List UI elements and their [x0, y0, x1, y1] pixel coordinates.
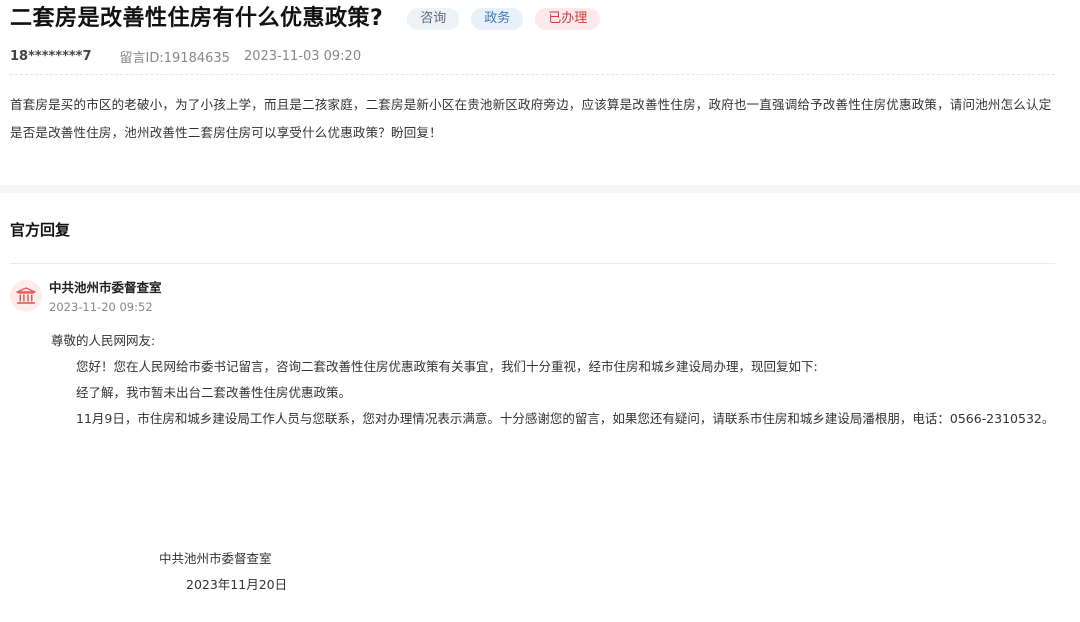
poster-user: 18********7 — [10, 48, 92, 64]
tag-government[interactable]: 政务 — [471, 8, 524, 30]
reply-greeting: 尊敬的人民网网友: — [51, 333, 156, 348]
reply-datetime: 2023-11-20 09:52 — [49, 300, 153, 314]
reply-paragraph-1: 您好！您在人民网给市委书记留言，咨询二套改善性住房优惠政策有关事宜，我们十分重视… — [76, 359, 818, 374]
message-id: 留言ID:19184635 — [119, 50, 230, 66]
reply-signature: 中共池州市委督查室 2023年11月20日 — [159, 546, 287, 598]
government-building-icon — [10, 280, 42, 312]
section-divider — [0, 185, 1080, 193]
signature-date: 2023年11月20日 — [186, 577, 288, 592]
tag-status-done[interactable]: 已办理 — [535, 8, 601, 30]
reply-section: 官方回复 中共池州市委督查室 2023-11-20 09:52 尊敬的人民网网友… — [0, 193, 1080, 432]
question-title: 二套房是改善性住房有什么优惠政策? — [10, 6, 384, 31]
signature-org: 中共池州市委督查室 — [159, 551, 272, 566]
question-meta: 18********7 留言ID:19184635 2023-11-03 09:… — [10, 38, 1055, 75]
reply-body: 尊敬的人民网网友: 您好！您在人民网给市委书记留言，咨询二套改善性住房优惠政策有… — [10, 328, 1055, 432]
tag-consult[interactable]: 咨询 — [407, 8, 460, 30]
reply-org-row: 中共池州市委督查室 2023-11-20 09:52 — [10, 278, 1055, 316]
message-page: 二套房是改善性住房有什么优惠政策? 咨询 政务 已办理 18********7 … — [0, 0, 1080, 622]
reply-paragraph-2: 经了解，我市暂未出台二套改善性住房优惠政策。 — [76, 385, 352, 400]
reply-org-name[interactable]: 中共池州市委督查室 — [49, 278, 162, 298]
question-datetime: 2023-11-03 09:20 — [243, 48, 362, 64]
reply-org-info: 中共池州市委督查室 2023-11-20 09:52 — [49, 278, 162, 316]
reply-section-title: 官方回复 — [10, 193, 1055, 264]
question-section: 二套房是改善性住房有什么优惠政策? 咨询 政务 已办理 18********7 … — [0, 0, 1080, 185]
reply-paragraph-3: 11月9日，市住房和城乡建设局工作人员与您联系，您对办理情况表示满意。十分感谢您… — [76, 411, 1055, 426]
title-row: 二套房是改善性住房有什么优惠政策? 咨询 政务 已办理 — [10, 0, 1055, 38]
question-body: 首套房是买的市区的老破小，为了小孩上学，而且是二孩家庭，二套房是新小区在贵池新区… — [10, 97, 1052, 140]
